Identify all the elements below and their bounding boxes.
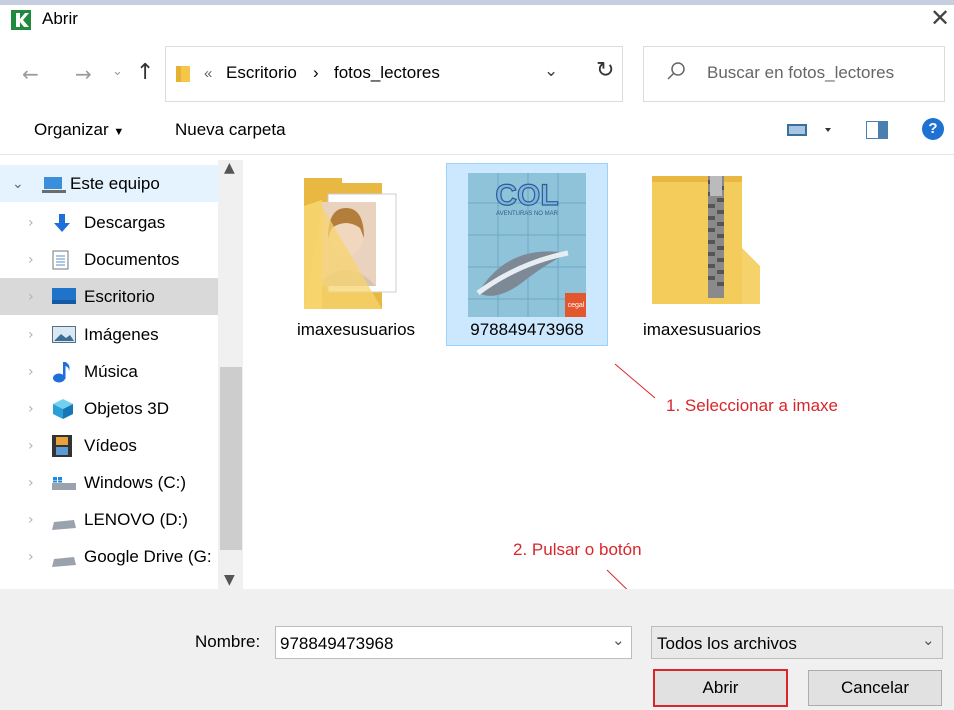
file-type-value: Todos los archivos [657, 634, 797, 653]
cancel-button[interactable]: Cancelar [808, 670, 942, 706]
file-type-chevron-icon[interactable]: ⌄ [922, 631, 935, 649]
filename-value: 978849473968 [280, 634, 394, 653]
annotation-step1: 1. Seleccionar a imaxe [666, 396, 838, 415]
file-type-select[interactable]: Todos los archivos ⌄ [651, 626, 943, 659]
filename-dropdown-chevron-icon[interactable]: ⌄ [612, 631, 625, 649]
filename-input[interactable]: 978849473968 ⌄ [275, 626, 632, 659]
annotation-step2: 2. Pulsar o botón [513, 540, 642, 559]
open-button[interactable]: Abrir [653, 669, 788, 707]
name-label: Nombre: [195, 632, 261, 651]
